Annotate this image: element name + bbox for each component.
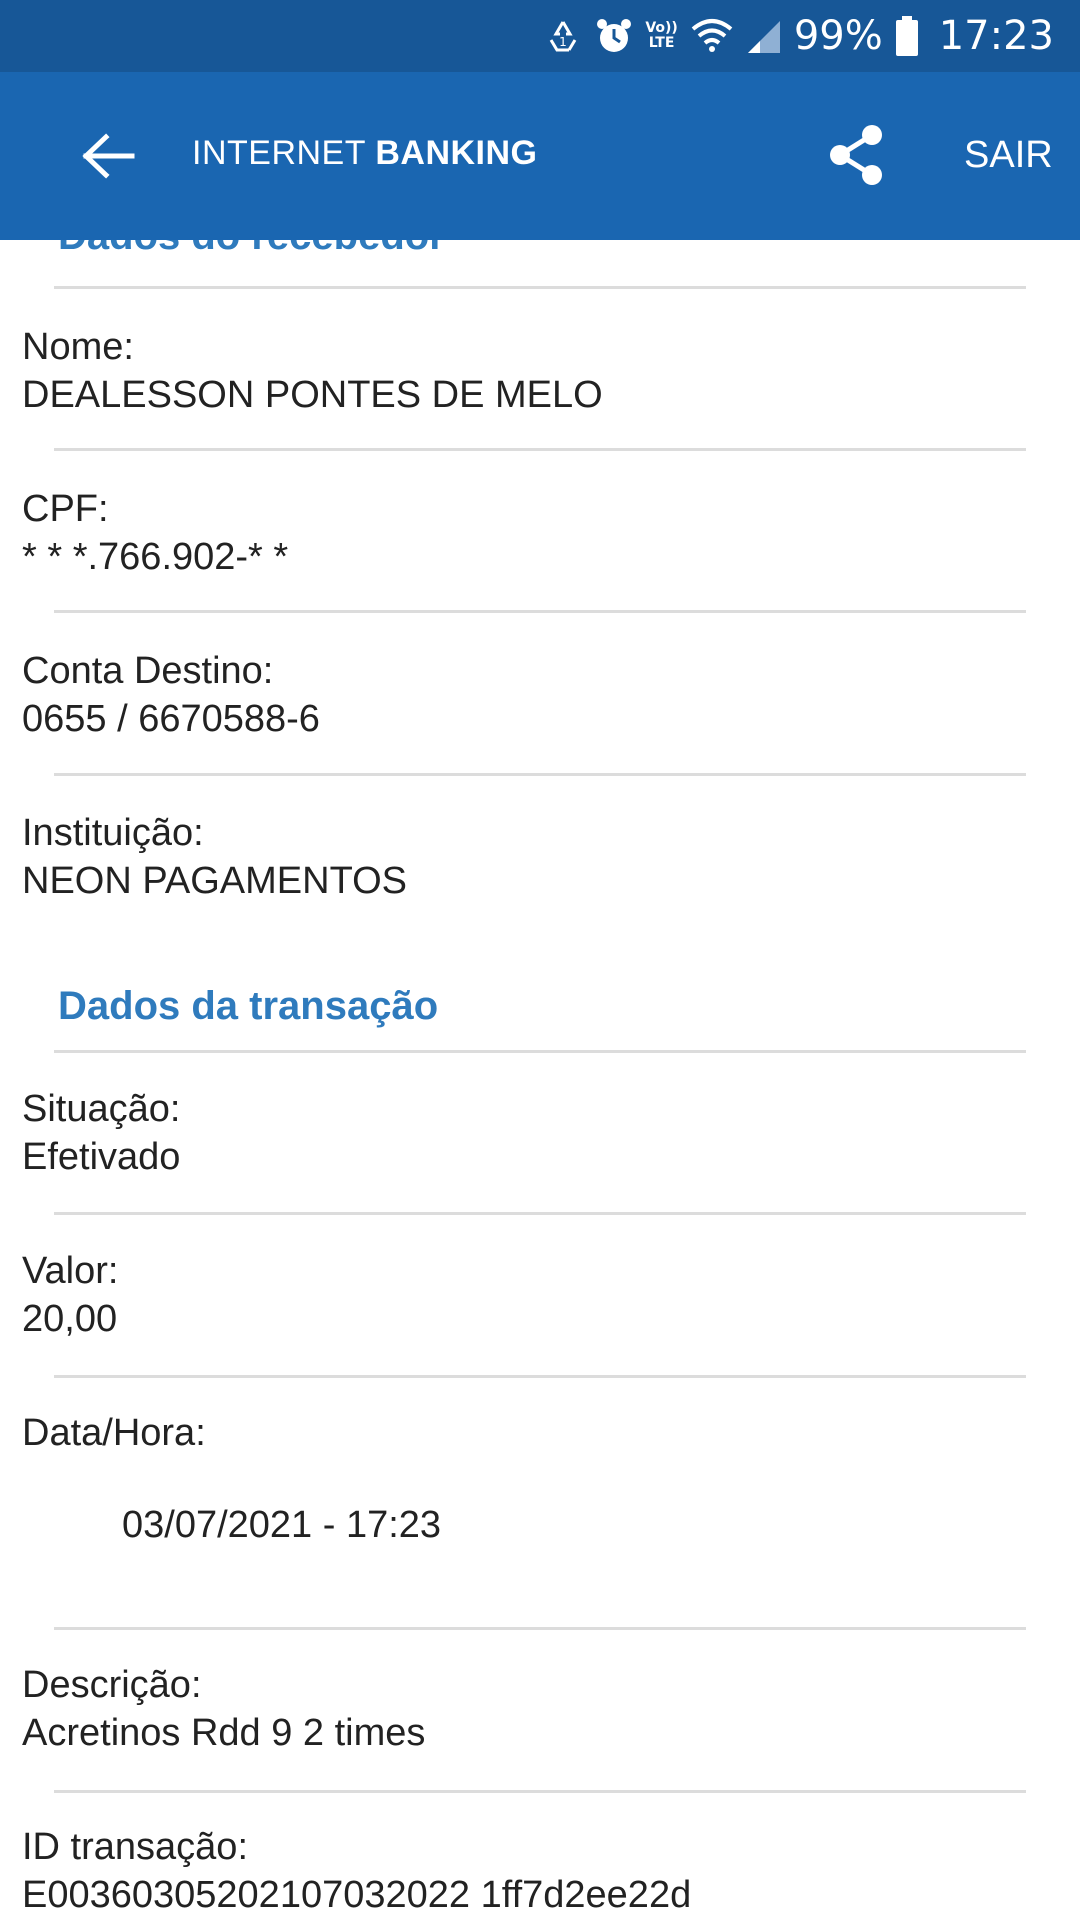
status-value: Efetivado <box>22 1136 181 1178</box>
datetime-value: 03/07/2021 - 17:23 <box>122 1504 442 1546</box>
institution-value: NEON PAGAMENTOS <box>22 860 407 902</box>
battery-percent: 99% <box>793 13 883 59</box>
divider <box>54 1212 1026 1215</box>
datetime-label: Data/Hora: <box>22 1412 206 1454</box>
transaction-heading: Dados da transação <box>58 984 439 1028</box>
divider <box>54 773 1026 776</box>
signal-icon <box>746 14 782 58</box>
account-value: 0655 / 6670588-6 <box>22 698 320 740</box>
receipt-content: Dados do recebedor Nome: DEALESSON PONTE… <box>0 240 1080 1920</box>
status-icons: 1 Vo)) LTE 99% 17:23 <box>543 13 1054 59</box>
transaction-id-value: E00360305202107032022 1ff7d2ee22d <box>22 1874 692 1916</box>
lte-label: LTE <box>648 35 675 51</box>
back-button[interactable] <box>70 126 146 186</box>
divider <box>54 1050 1026 1053</box>
divider <box>54 610 1026 613</box>
share-icon <box>830 125 882 185</box>
divider <box>54 1790 1026 1793</box>
status-label: Situação: <box>22 1088 181 1130</box>
divider <box>54 286 1026 289</box>
status-bar: 1 Vo)) LTE 99% 17:23 <box>0 0 1080 72</box>
volte-icon: Vo)) LTE <box>645 14 677 58</box>
volte-label: Vo)) <box>645 20 678 36</box>
wifi-icon <box>690 14 734 58</box>
amount-label: Valor: <box>22 1250 119 1292</box>
description-value: Acretinos Rdd 9 2 times <box>22 1712 426 1754</box>
arrow-left-icon <box>82 133 135 179</box>
logout-button[interactable]: SAIR <box>964 134 1053 177</box>
recycle-icon: 1 <box>543 14 583 58</box>
transaction-id-label: ID transação: <box>22 1826 248 1868</box>
cpf-value: * * *.766.902-* * <box>22 536 289 578</box>
app-title-light: INTERNET <box>192 134 366 172</box>
alarm-icon <box>595 14 633 58</box>
battery-icon <box>895 14 919 58</box>
app-title-bold: BANKING <box>375 134 538 172</box>
name-value: DEALESSON PONTES DE MELO <box>22 374 603 416</box>
divider <box>54 1375 1026 1378</box>
description-label: Descrição: <box>22 1664 202 1706</box>
account-label: Conta Destino: <box>22 650 274 692</box>
cpf-label: CPF: <box>22 488 109 530</box>
app-title: INTERNET BANKING <box>192 134 538 173</box>
svg-text:1: 1 <box>560 35 568 49</box>
app-bar: INTERNET BANKING SAIR <box>0 72 1080 240</box>
share-button[interactable] <box>824 122 888 188</box>
amount-value: 20,00 <box>22 1298 118 1340</box>
divider <box>54 448 1026 451</box>
recipient-heading: Dados do recebedor <box>58 240 445 259</box>
institution-label: Instituição: <box>22 812 204 854</box>
divider <box>54 1627 1026 1630</box>
clock: 17:23 <box>938 13 1054 59</box>
name-label: Nome: <box>22 326 134 368</box>
